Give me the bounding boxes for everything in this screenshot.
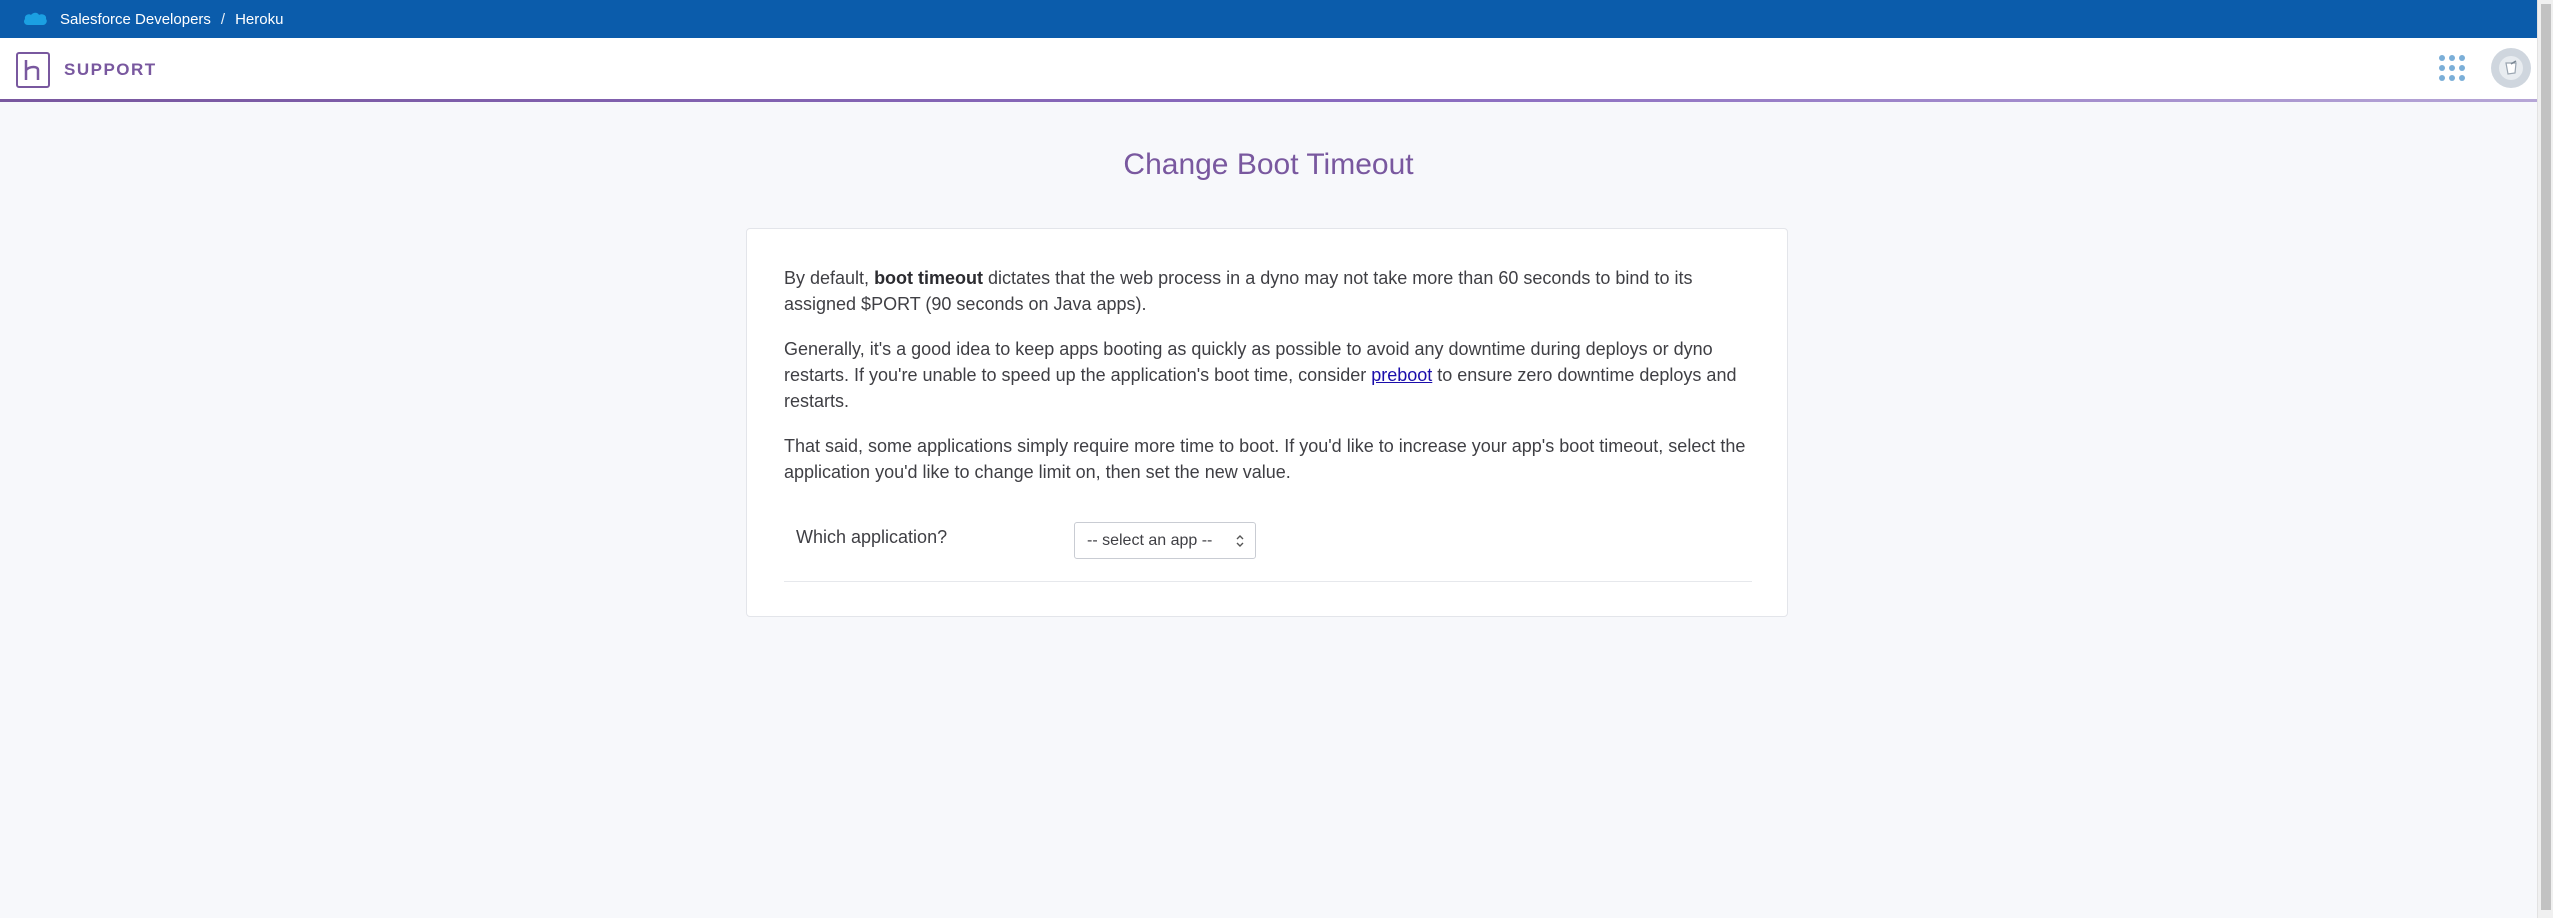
header-right-controls: [2439, 48, 2531, 88]
header-accent-line: [0, 99, 2537, 102]
preboot-paragraph: Generally, it's a good idea to keep apps…: [784, 336, 1750, 414]
intro-text-before: By default,: [784, 268, 875, 288]
vertical-scrollbar[interactable]: [2537, 0, 2553, 918]
salesforce-developers-link[interactable]: Salesforce Developers: [60, 11, 211, 28]
boot-timeout-card: By default, boot timeout dictates that t…: [746, 228, 1788, 617]
which-application-label: Which application?: [796, 527, 948, 547]
scrollbar-thumb[interactable]: [2541, 4, 2551, 910]
page-title: Change Boot Timeout: [1123, 148, 1414, 181]
heroku-h-glyph: [24, 60, 40, 80]
user-avatar-icon[interactable]: [2491, 48, 2531, 88]
heroku-logo-icon[interactable]: [16, 52, 50, 88]
application-form-row: Which application? -- select an app --: [784, 512, 1752, 582]
boot-timeout-term: boot timeout: [874, 268, 984, 288]
salesforce-developers-bar: Salesforce Developers / Heroku: [0, 0, 2537, 38]
apps-grid-icon[interactable]: [2439, 55, 2465, 81]
heroku-breadcrumb-link[interactable]: Heroku: [235, 11, 283, 28]
breadcrumb-separator: /: [220, 10, 226, 28]
avatar-glyph: [2499, 56, 2523, 80]
intro-paragraph: By default, boot timeout dictates that t…: [784, 265, 1750, 317]
heroku-header: SUPPORT: [0, 38, 2537, 102]
salesforce-cloud-icon[interactable]: [22, 11, 48, 27]
support-label[interactable]: SUPPORT: [64, 60, 157, 80]
preboot-link[interactable]: preboot: [1371, 365, 1432, 385]
updown-chevron-icon: [1236, 535, 1244, 547]
app-select[interactable]: -- select an app --: [1074, 522, 1256, 559]
increase-timeout-paragraph: That said, some applications simply requ…: [784, 436, 1746, 482]
app-select-value: -- select an app --: [1087, 531, 1213, 549]
